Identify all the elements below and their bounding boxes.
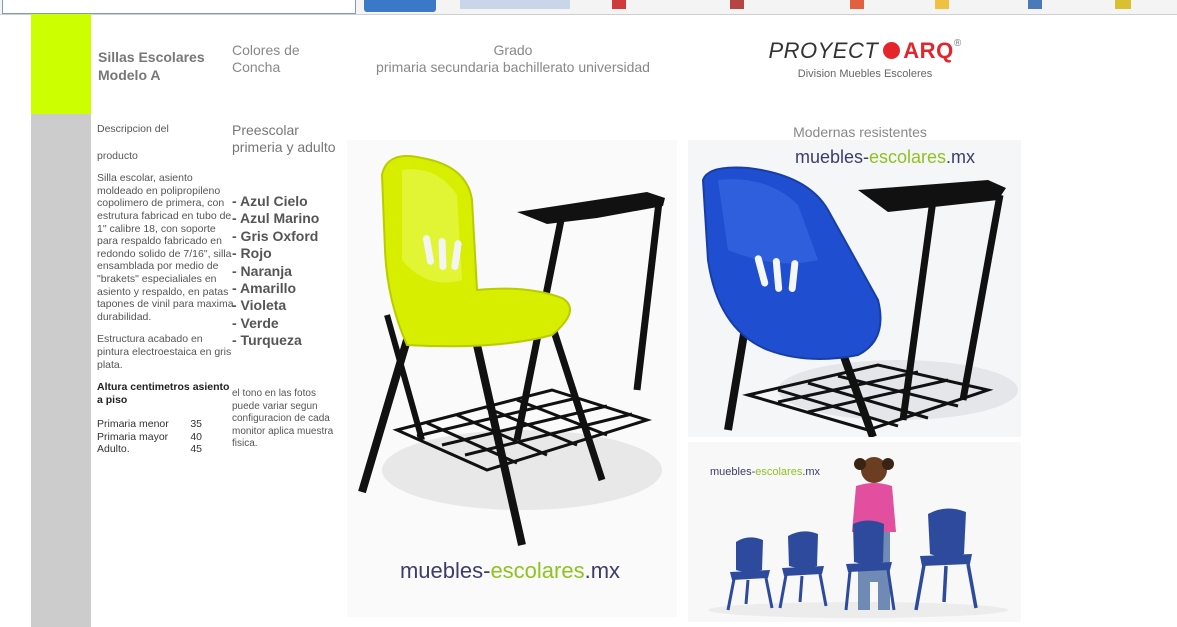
brand-watermark: muebles-escolares.mx xyxy=(710,466,870,478)
color-item: - Azul Cielo xyxy=(232,193,308,209)
description-heading: Descripcion del xyxy=(97,123,169,135)
brand-logo[interactable]: PROYECT ARQ® Division Muebles Escoleres xyxy=(750,38,980,80)
levels-text: Preescolar primeria y adulto xyxy=(232,122,336,155)
height-row: Adulto. 45 xyxy=(97,443,202,456)
color-list: - Azul Cielo - Azul Marino - Gris Oxford… xyxy=(232,193,342,350)
height-label: Primaria mayor xyxy=(97,430,169,443)
brand-watermark: muebles-escolares.mx xyxy=(370,558,650,584)
structure-text: Estructura acabado en pintura electroest… xyxy=(97,333,232,371)
flag-icon[interactable] xyxy=(612,0,626,9)
browser-toolbar xyxy=(0,0,1177,15)
brand-part: .mx xyxy=(946,147,976,167)
grado-levels: primaria secundaria bachillerato univers… xyxy=(376,59,650,75)
brand-part: muebles- xyxy=(399,558,491,583)
yellow-chair-image xyxy=(358,155,665,546)
logo-word: PROYECT xyxy=(768,38,879,63)
brand-part: muebles- xyxy=(710,466,756,478)
bookmark-icon[interactable] xyxy=(850,0,864,9)
height-value: 45 xyxy=(190,443,202,456)
height-value: 35 xyxy=(190,418,202,431)
registered-icon: ® xyxy=(953,38,962,49)
yellow-chair-photo: muebles-escolares.mx xyxy=(347,140,677,617)
color-disclaimer: el tono en las fotos puede variar segun … xyxy=(232,388,334,450)
grado-title: Grado xyxy=(493,42,533,58)
bookmark-icon[interactable] xyxy=(1028,0,1042,9)
height-row: Primaria menor 35 xyxy=(97,418,202,431)
accent-block xyxy=(31,14,91,114)
logo-subtitle: Division Muebles Escoleres xyxy=(797,68,933,80)
grado-heading: Grado primaria secundaria bachillerato u… xyxy=(358,42,668,76)
toolbar-button[interactable] xyxy=(364,0,436,12)
product-description: Descripcion del producto Silla escolar, … xyxy=(97,123,234,456)
brand-part-accent: escolares xyxy=(755,466,803,478)
modernas-text: Modernas resistentes xyxy=(793,124,927,140)
brand-part: .mx xyxy=(802,466,821,478)
height-value: 40 xyxy=(190,430,202,443)
toolbar-item[interactable] xyxy=(460,0,570,9)
description-body: Silla escolar, asiento moldeado en polip… xyxy=(97,172,234,323)
page-title: Sillas Escolares Modelo A xyxy=(98,49,205,83)
brand-part-accent: escolares xyxy=(490,558,585,583)
extension-icon[interactable] xyxy=(1115,0,1131,9)
star-icon[interactable] xyxy=(935,0,949,9)
side-strip xyxy=(31,114,91,627)
brand-part: .mx xyxy=(584,558,621,583)
color-item: - Violeta xyxy=(232,297,287,314)
blue-chair-image xyxy=(701,166,1018,439)
color-item: - Naranja xyxy=(232,262,292,279)
color-item: - Gris Oxford xyxy=(232,227,319,244)
height-title: Altura centimetros asiento a piso xyxy=(97,381,230,406)
height-label: Primaria menor xyxy=(97,418,169,431)
height-table: Primaria menor 35 Primaria mayor 40 Adulto… xyxy=(97,418,234,456)
color-item: - Turqueza xyxy=(232,332,302,349)
brand-part-accent: escolares xyxy=(868,147,947,167)
brand-watermark: muebles-escolares.mx xyxy=(780,147,990,168)
colores-heading: Colores de Concha xyxy=(232,42,300,75)
logo-dot-icon xyxy=(883,42,901,59)
logo-accent: ARQ xyxy=(903,38,954,63)
color-item: - Verde xyxy=(232,314,279,331)
height-label: Adulto. xyxy=(97,443,130,456)
brand-part: muebles- xyxy=(794,147,869,167)
height-row: Primaria mayor 40 xyxy=(97,431,202,444)
address-bar[interactable] xyxy=(2,0,356,14)
color-item: - Amarillo xyxy=(232,280,297,297)
color-item: - Azul Marino xyxy=(232,210,320,227)
color-item: - Rojo xyxy=(232,245,272,262)
blue-chair-photo xyxy=(688,140,1021,439)
bookmark-icon[interactable] xyxy=(730,0,744,9)
description-heading-2: producto xyxy=(97,149,138,162)
